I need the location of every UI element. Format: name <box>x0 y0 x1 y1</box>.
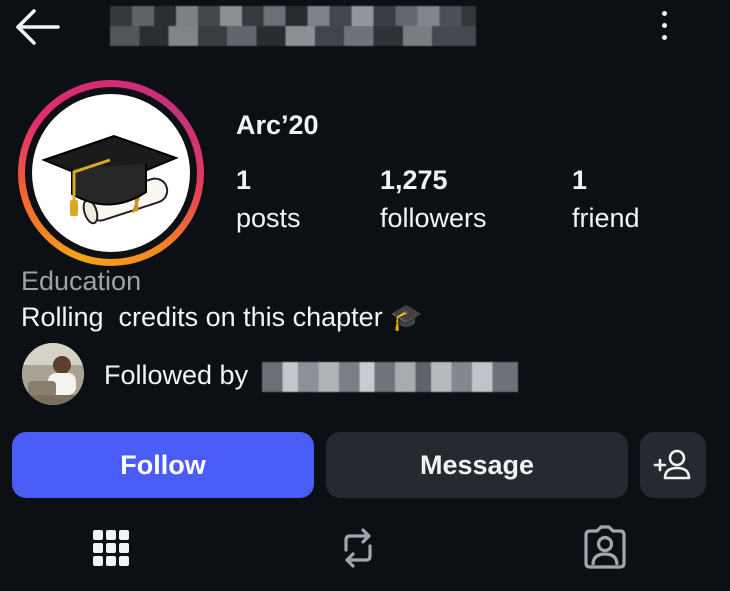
top-bar <box>0 0 730 58</box>
followed-by-label: Followed by <box>104 360 249 390</box>
more-options-button[interactable] <box>650 4 678 46</box>
person-photo-icon <box>22 343 84 405</box>
mutual-follower-avatar[interactable] <box>22 343 84 405</box>
username-redacted <box>110 6 476 46</box>
stat-posts[interactable]: 1 posts <box>236 164 301 236</box>
back-button[interactable] <box>12 6 62 48</box>
posts-count: 1 <box>236 165 252 195</box>
add-person-icon <box>653 449 691 480</box>
graduation-cap-emoji: 🎓 <box>390 302 423 332</box>
follow-button[interactable]: Follow <box>12 432 314 498</box>
bio-text: Rolling credits on this chapter <box>21 302 383 332</box>
add-friend-button[interactable] <box>640 432 706 498</box>
tagged-person-icon <box>584 525 626 569</box>
profile-category: Education <box>21 266 142 296</box>
followers-count: 1,275 <box>380 165 448 195</box>
tab-posts-grid[interactable] <box>81 520 141 576</box>
posts-label: posts <box>236 203 301 233</box>
friends-label: friend <box>572 203 640 233</box>
arrow-left-icon <box>16 9 60 45</box>
followers-label: followers <box>380 203 487 233</box>
message-button[interactable]: Message <box>326 432 628 498</box>
tab-tagged[interactable] <box>575 520 635 576</box>
repost-icon <box>344 528 372 568</box>
graduation-cap-icon <box>41 134 179 225</box>
stat-followers[interactable]: 1,275 followers <box>380 164 487 236</box>
stat-friends[interactable]: 1 friend <box>572 164 640 236</box>
profile-name: Arc’20 <box>236 110 319 140</box>
grid-icon <box>93 530 129 566</box>
friends-count: 1 <box>572 165 588 195</box>
tab-reposts[interactable] <box>328 520 388 576</box>
profile-avatar[interactable] <box>18 80 204 266</box>
profile-bio: Rolling credits on this chapter 🎓 <box>21 302 423 333</box>
more-vertical-icon <box>661 10 667 16</box>
followed-by-names-redacted[interactable] <box>262 362 518 392</box>
